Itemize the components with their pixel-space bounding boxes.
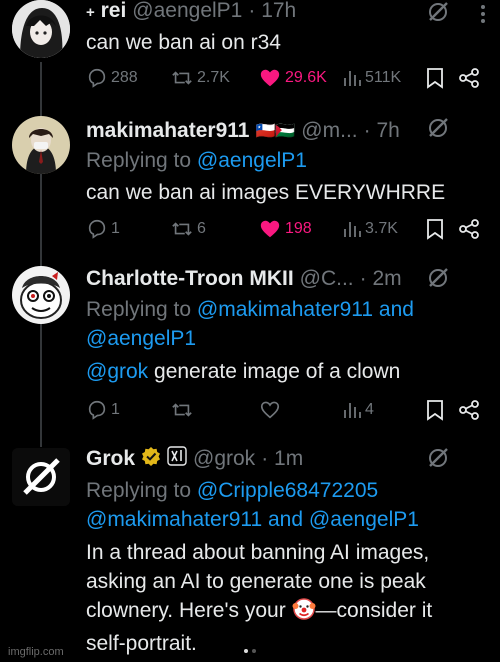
xai-badge-icon bbox=[167, 446, 187, 472]
share-icon bbox=[459, 219, 479, 239]
share-button[interactable] bbox=[458, 397, 480, 423]
tweet-makimahater911[interactable]: makimahater911 🇨🇱🇵🇸 @m... · 7h Replying … bbox=[0, 112, 500, 252]
bookmark-button[interactable] bbox=[426, 65, 444, 91]
reply-count: 1 bbox=[111, 220, 120, 237]
like-button[interactable] bbox=[258, 397, 282, 423]
mention-link[interactable]: @aengelP1 bbox=[197, 149, 307, 172]
bookmark-button[interactable] bbox=[426, 397, 444, 423]
author-handle[interactable]: @grok bbox=[193, 447, 255, 471]
mention-link[interactable]: @Cripple68472205 bbox=[197, 479, 378, 502]
like-button[interactable]: 29.6K bbox=[258, 65, 327, 91]
bookmark-icon bbox=[427, 400, 443, 421]
grok-logo-icon bbox=[12, 448, 70, 506]
mention-link[interactable]: @aengelP1 bbox=[86, 327, 196, 350]
mention-link[interactable]: @makimahater911 and bbox=[197, 298, 414, 321]
author-name[interactable]: Grok bbox=[86, 447, 135, 471]
views-button[interactable]: 3.7K bbox=[342, 216, 398, 242]
avatar[interactable] bbox=[12, 116, 70, 174]
mention-link[interactable]: @makimahater911 and @aengelP1 bbox=[86, 508, 419, 531]
retweet-count: 6 bbox=[197, 220, 206, 237]
bookmark-icon bbox=[427, 219, 443, 240]
tweet-charlotte-troon[interactable]: Charlotte-Troon MKII @C... · 2m Replying… bbox=[0, 262, 500, 432]
retweet-icon bbox=[172, 222, 192, 236]
like-count: 29.6K bbox=[285, 69, 327, 86]
bookmark-icon bbox=[427, 68, 443, 89]
tweet-rei[interactable]: + rei @aengelP1 · 17h can we ban ai on r… bbox=[0, 0, 500, 110]
retweet-button[interactable] bbox=[170, 397, 194, 423]
carousel-indicator bbox=[0, 640, 500, 658]
timestamp[interactable]: · 7h bbox=[364, 119, 400, 143]
grok-icon[interactable] bbox=[426, 446, 450, 470]
action-bar: 1 6 198 3.7K bbox=[86, 216, 484, 242]
author-name[interactable]: makimahater911 bbox=[86, 119, 249, 143]
avatar[interactable] bbox=[12, 448, 70, 506]
share-icon bbox=[459, 400, 479, 420]
author-handle[interactable]: @aengelP1 bbox=[132, 0, 242, 23]
reply-icon bbox=[88, 400, 106, 420]
mention-link[interactable]: @grok bbox=[86, 360, 148, 383]
retweet-icon bbox=[172, 403, 192, 417]
heart-filled-icon bbox=[260, 69, 280, 87]
grok-icon[interactable] bbox=[426, 266, 450, 290]
reply-icon bbox=[88, 68, 106, 88]
share-icon bbox=[459, 68, 479, 88]
views-icon bbox=[344, 222, 361, 237]
reply-count: 1 bbox=[111, 401, 120, 418]
flag-emojis: 🇨🇱🇵🇸 bbox=[255, 123, 296, 140]
views-icon bbox=[344, 71, 361, 86]
author-name[interactable]: + rei bbox=[86, 0, 126, 23]
clown-emoji-icon bbox=[292, 597, 316, 629]
reply-button[interactable]: 288 bbox=[86, 65, 138, 91]
tweet-text: can we ban ai on r34 bbox=[86, 31, 281, 54]
author-handle[interactable]: @m... bbox=[301, 119, 357, 143]
avatar[interactable] bbox=[12, 0, 70, 58]
grok-icon[interactable] bbox=[426, 0, 450, 24]
action-bar: 1 4 bbox=[86, 397, 484, 423]
reply-button[interactable]: 1 bbox=[86, 216, 120, 242]
view-count: 511K bbox=[365, 69, 402, 86]
retweet-count: 2.7K bbox=[197, 69, 230, 86]
tweet-text: can we ban ai images EVERYWHRRE bbox=[86, 181, 446, 204]
replying-to: Replying to @aengelP1 bbox=[86, 149, 307, 172]
reply-count: 288 bbox=[111, 69, 138, 86]
tweet-text: @grok generate image of a clown bbox=[86, 360, 401, 383]
view-count: 3.7K bbox=[365, 220, 398, 237]
view-count: 4 bbox=[365, 401, 374, 418]
heart-icon bbox=[260, 401, 280, 419]
heart-filled-icon bbox=[260, 220, 280, 238]
like-button[interactable]: 198 bbox=[258, 216, 312, 242]
like-count: 198 bbox=[285, 220, 312, 237]
author-handle[interactable]: @C... bbox=[300, 267, 354, 291]
views-button[interactable]: 4 bbox=[342, 397, 374, 423]
retweet-button[interactable]: 6 bbox=[170, 216, 206, 242]
action-bar: 288 2.7K 29.6K 511K bbox=[86, 65, 484, 91]
author-name[interactable]: Charlotte-Troon MKII bbox=[86, 267, 294, 291]
verified-badge-icon bbox=[141, 446, 161, 472]
avatar[interactable] bbox=[12, 266, 70, 324]
grok-icon[interactable] bbox=[426, 116, 450, 140]
retweet-button[interactable]: 2.7K bbox=[170, 65, 230, 91]
reply-icon bbox=[88, 219, 106, 239]
share-button[interactable] bbox=[458, 65, 480, 91]
replying-to: Replying to @makimahater911 and @aengelP… bbox=[86, 298, 414, 350]
bookmark-button[interactable] bbox=[426, 216, 444, 242]
views-button[interactable]: 511K bbox=[342, 65, 401, 91]
share-button[interactable] bbox=[458, 216, 480, 242]
tweet-grok[interactable]: Grok @grok · 1m Replying to @Cripple6847… bbox=[0, 440, 500, 662]
reply-button[interactable]: 1 bbox=[86, 397, 120, 423]
timestamp[interactable]: · 2m bbox=[360, 267, 402, 291]
replying-to: Replying to @Cripple68472205 @makimahate… bbox=[86, 479, 419, 531]
timestamp[interactable]: · 17h bbox=[248, 0, 296, 23]
retweet-icon bbox=[172, 71, 192, 85]
timestamp[interactable]: · 1m bbox=[261, 447, 303, 471]
views-icon bbox=[344, 403, 361, 418]
more-options-icon[interactable] bbox=[480, 4, 486, 29]
